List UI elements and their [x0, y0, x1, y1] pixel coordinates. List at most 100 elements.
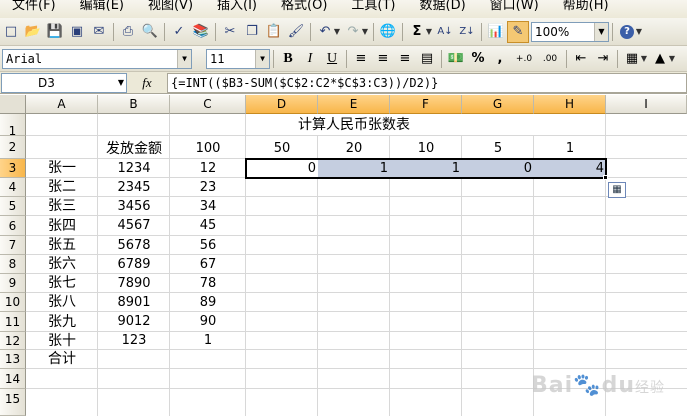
cut-icon[interactable]: ✂ [219, 21, 241, 43]
menu-tools[interactable]: 工具(T) [339, 0, 407, 14]
cell-c10[interactable]: 89 [170, 293, 246, 312]
borders-dropdown-icon[interactable]: ▼ [639, 54, 649, 63]
cell-b4[interactable]: 2345 [98, 178, 170, 197]
currency-icon[interactable]: 💵 [445, 48, 467, 70]
hyperlink-icon[interactable]: 🌐 [377, 21, 399, 43]
row-header-6[interactable]: 6 [0, 216, 26, 236]
row-header-15[interactable]: 15 [0, 389, 26, 416]
paste-options-icon[interactable]: ▦ [608, 182, 626, 198]
align-left-icon[interactable]: ≡ [350, 48, 372, 70]
row-header-13[interactable]: 13 [0, 350, 26, 369]
cell-b3[interactable]: 1234 [98, 159, 170, 178]
menu-edit[interactable]: 编辑(E) [68, 0, 136, 14]
italic-button[interactable]: I [299, 48, 321, 70]
cell-c4[interactable]: 23 [170, 178, 246, 197]
cell-g2[interactable]: 5 [462, 136, 534, 159]
cell-f2[interactable]: 10 [390, 136, 462, 159]
cell-c7[interactable]: 56 [170, 236, 246, 255]
fill-handle[interactable] [603, 175, 608, 180]
cell-a10[interactable]: 张八 [26, 293, 98, 312]
save-icon[interactable]: 💾 [44, 21, 66, 43]
align-right-icon[interactable]: ≡ [394, 48, 416, 70]
cell-f3[interactable]: 1 [390, 159, 462, 178]
row-header-3[interactable]: 3 [0, 159, 26, 178]
menu-format[interactable]: 格式(O) [269, 0, 339, 14]
cell-a5[interactable]: 张三 [26, 197, 98, 216]
row-header-5[interactable]: 5 [0, 197, 26, 216]
column-header-d[interactable]: D [246, 95, 318, 114]
increase-indent-icon[interactable]: ⇥ [592, 48, 614, 70]
cell-d3[interactable]: 0 [246, 159, 318, 178]
column-header-a[interactable]: A [26, 95, 98, 114]
cell-a6[interactable]: 张四 [26, 216, 98, 236]
cell-d2[interactable]: 50 [246, 136, 318, 159]
font-name-select[interactable]: Arial ▼ [2, 48, 192, 69]
fill-color-dropdown-icon[interactable]: ▼ [667, 54, 677, 63]
cell-c9[interactable]: 78 [170, 274, 246, 293]
bold-button[interactable]: B [277, 48, 299, 70]
cell-b12[interactable]: 123 [98, 332, 170, 350]
cell-h3[interactable]: 4 [534, 159, 606, 178]
merge-center-icon[interactable]: ▤ [416, 48, 438, 70]
underline-button[interactable]: U [321, 48, 343, 70]
column-header-e[interactable]: E [318, 95, 390, 114]
cell-a9[interactable]: 张七 [26, 274, 98, 293]
row-header-2[interactable]: 2 [0, 136, 26, 159]
cell-d1-title[interactable]: 计算人民币张数表 [246, 114, 462, 136]
select-all-corner[interactable] [0, 95, 26, 114]
cell-b11[interactable]: 9012 [98, 312, 170, 332]
drawing-icon[interactable]: ✎ [507, 20, 529, 43]
row-header-8[interactable]: 8 [0, 255, 26, 274]
print-preview-icon[interactable]: 🔍 [139, 21, 161, 43]
cell-a13[interactable]: 合计 [26, 350, 98, 369]
font-size-dropdown-icon[interactable]: ▼ [255, 49, 269, 68]
cell-b10[interactable]: 8901 [98, 293, 170, 312]
column-header-g[interactable]: G [462, 95, 534, 114]
chart-wizard-icon[interactable]: 📊 [485, 21, 507, 43]
column-header-h[interactable]: H [534, 95, 606, 114]
cell-a7[interactable]: 张五 [26, 236, 98, 255]
autosum-dropdown-icon[interactable]: ▼ [424, 27, 434, 36]
cell-b6[interactable]: 4567 [98, 216, 170, 236]
row-header-7[interactable]: 7 [0, 236, 26, 255]
cell-c3[interactable]: 12 [170, 159, 246, 178]
row-header-9[interactable]: 9 [0, 274, 26, 293]
cell-c11[interactable]: 90 [170, 312, 246, 332]
row-header-4[interactable]: 4 [0, 178, 26, 197]
row-header-1[interactable]: 1 [0, 114, 26, 138]
cell-b7[interactable]: 5678 [98, 236, 170, 255]
row-header-12[interactable]: 12 [0, 332, 26, 350]
cell-e2[interactable]: 20 [318, 136, 390, 159]
cell-a4[interactable]: 张二 [26, 178, 98, 197]
paste-icon[interactable]: 📋 [263, 21, 285, 43]
column-header-c[interactable]: C [170, 95, 246, 114]
format-painter-icon[interactable]: 🖌 [285, 21, 307, 43]
menu-view[interactable]: 视图(V) [136, 0, 205, 14]
cell-c2[interactable]: 100 [170, 136, 246, 159]
open-folder-icon[interactable]: 📂 [22, 21, 44, 43]
zoom-select[interactable]: 100% ▼ [531, 21, 609, 42]
insert-function-icon[interactable]: fx [127, 75, 167, 91]
copy-icon[interactable]: ❐ [241, 21, 263, 43]
comma-button[interactable]: , [489, 48, 511, 70]
undo-dropdown-icon[interactable]: ▼ [332, 27, 342, 36]
menu-file[interactable]: 文件(F) [0, 0, 68, 14]
cell-a3[interactable]: 张一 [26, 159, 98, 178]
menu-insert[interactable]: 插入(I) [205, 0, 269, 14]
cell-b5[interactable]: 3456 [98, 197, 170, 216]
print-icon[interactable]: ⎙ [117, 21, 139, 43]
decrease-decimal-button[interactable]: .00 [537, 48, 563, 70]
decrease-indent-icon[interactable]: ⇤ [570, 48, 592, 70]
cell-c12[interactable]: 1 [170, 332, 246, 350]
row-header-10[interactable]: 10 [0, 293, 26, 312]
research-icon[interactable]: 📚 [190, 21, 212, 43]
column-header-i[interactable]: I [606, 95, 687, 114]
cell-c6[interactable]: 45 [170, 216, 246, 236]
column-header-f[interactable]: F [390, 95, 462, 114]
cell-b9[interactable]: 7890 [98, 274, 170, 293]
permission-icon[interactable]: ▣ [66, 21, 88, 43]
column-header-b[interactable]: B [98, 95, 170, 114]
row-header-14[interactable]: 14 [0, 369, 26, 389]
cell-a11[interactable]: 张九 [26, 312, 98, 332]
sort-ascending-icon[interactable]: A↓ [434, 21, 456, 43]
